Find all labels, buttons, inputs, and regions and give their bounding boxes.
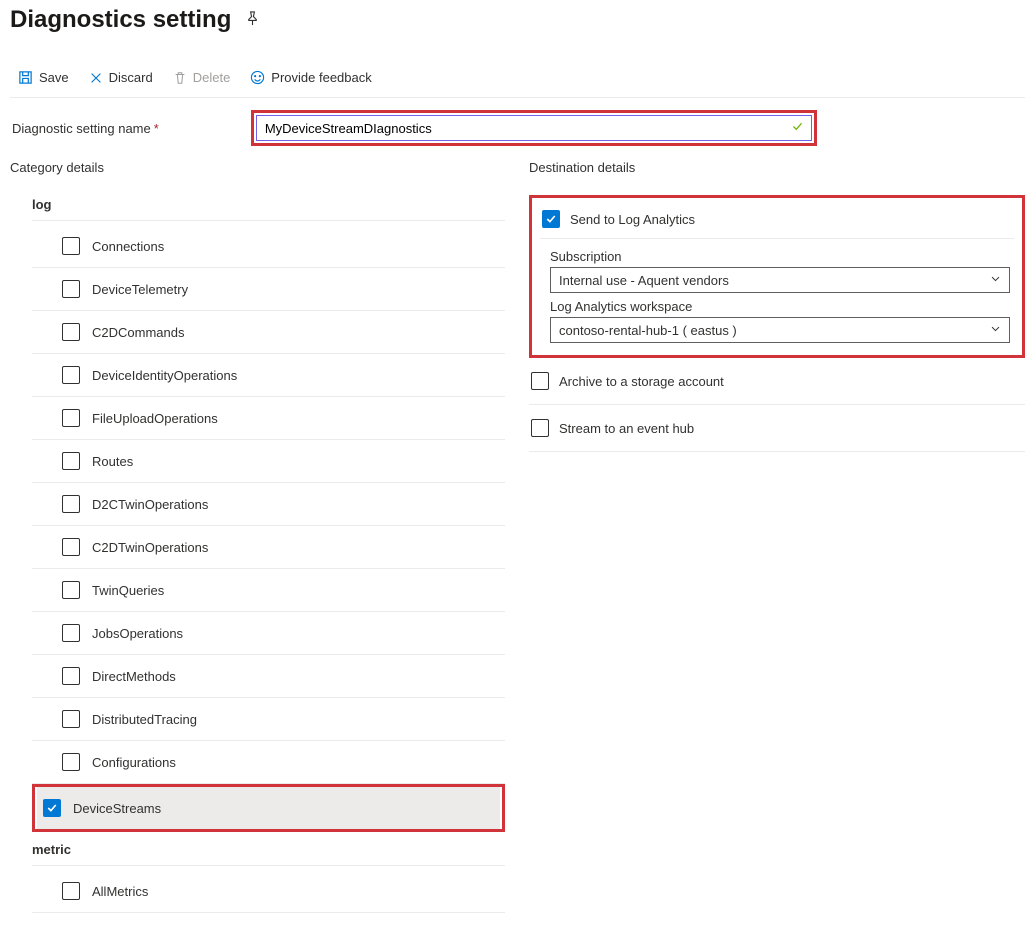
log-item-devicestreams[interactable]: DeviceStreams xyxy=(37,787,500,829)
checkbox[interactable] xyxy=(62,409,80,427)
checkbox[interactable] xyxy=(62,323,80,341)
checkbox[interactable] xyxy=(62,710,80,728)
setting-name-label: Diagnostic setting name* xyxy=(12,121,159,136)
storage-label: Archive to a storage account xyxy=(559,374,724,389)
checkbox-log-analytics[interactable] xyxy=(542,210,560,228)
workspace-select[interactable]: contoso-rental-hub-1 ( eastus ) xyxy=(550,317,1010,343)
workspace-value: contoso-rental-hub-1 ( eastus ) xyxy=(559,323,737,338)
checkbox-devicestreams[interactable] xyxy=(43,799,61,817)
checkbox-label: D2CTwinOperations xyxy=(92,497,208,512)
checkbox[interactable] xyxy=(62,581,80,599)
setting-name-input[interactable] xyxy=(256,115,812,141)
destination-details-heading: Destination details xyxy=(529,160,1025,175)
eventhub-label: Stream to an event hub xyxy=(559,421,694,436)
log-item[interactable]: FileUploadOperations xyxy=(32,397,505,440)
log-item[interactable]: Configurations xyxy=(32,741,505,784)
checkbox[interactable] xyxy=(62,237,80,255)
save-icon xyxy=(18,70,33,85)
checkbox-label: DirectMethods xyxy=(92,669,176,684)
checkbox-label: Connections xyxy=(92,239,164,254)
log-item[interactable]: DeviceTelemetry xyxy=(32,268,505,311)
log-item[interactable]: DistributedTracing xyxy=(32,698,505,741)
feedback-button[interactable]: Provide feedback xyxy=(246,68,375,87)
checkbox[interactable] xyxy=(62,667,80,685)
devicestreams-highlight: DeviceStreams xyxy=(32,784,505,832)
page-title: Diagnostics setting xyxy=(10,6,231,34)
checkbox[interactable] xyxy=(62,452,80,470)
toolbar: Save Discard Delete Provide feedback xyxy=(10,62,1025,98)
checkbox-label: TwinQueries xyxy=(92,583,164,598)
archive-storage-option[interactable]: Archive to a storage account xyxy=(529,358,1025,405)
log-group-title: log xyxy=(32,193,505,221)
chevron-down-icon xyxy=(990,323,1001,337)
log-item[interactable]: C2DTwinOperations xyxy=(32,526,505,569)
checkbox[interactable] xyxy=(62,280,80,298)
checkbox[interactable] xyxy=(62,366,80,384)
subscription-label: Subscription xyxy=(550,249,1010,264)
delete-button: Delete xyxy=(169,68,235,87)
checkbox[interactable] xyxy=(62,495,80,513)
setting-name-highlight xyxy=(251,110,817,146)
chevron-down-icon xyxy=(990,273,1001,287)
checkbox[interactable] xyxy=(62,882,80,900)
save-label: Save xyxy=(39,70,69,85)
metric-item[interactable]: AllMetrics xyxy=(32,870,505,913)
checkbox-label: C2DCommands xyxy=(92,325,184,340)
checkbox-label: AllMetrics xyxy=(92,884,148,899)
checkbox-storage[interactable] xyxy=(531,372,549,390)
checkbox-label: DeviceIdentityOperations xyxy=(92,368,237,383)
checkbox-label: FileUploadOperations xyxy=(92,411,218,426)
delete-label: Delete xyxy=(193,70,231,85)
log-analytics-label: Send to Log Analytics xyxy=(570,212,695,227)
checkbox-label: DistributedTracing xyxy=(92,712,197,727)
checkbox[interactable] xyxy=(62,624,80,642)
delete-icon xyxy=(173,71,187,85)
subscription-value: Internal use - Aquent vendors xyxy=(559,273,729,288)
discard-label: Discard xyxy=(109,70,153,85)
checkbox-label: Configurations xyxy=(92,755,176,770)
checkbox-label: Routes xyxy=(92,454,133,469)
log-item[interactable]: Connections xyxy=(32,225,505,268)
log-item[interactable]: TwinQueries xyxy=(32,569,505,612)
check-icon xyxy=(791,120,804,136)
category-details-heading: Category details xyxy=(10,160,505,175)
save-button[interactable]: Save xyxy=(14,68,73,87)
metric-group-title: metric xyxy=(32,838,505,866)
discard-button[interactable]: Discard xyxy=(85,68,157,87)
stream-eventhub-option[interactable]: Stream to an event hub xyxy=(529,405,1025,452)
checkbox-label: JobsOperations xyxy=(92,626,183,641)
workspace-label: Log Analytics workspace xyxy=(550,299,1010,314)
checkbox-eventhub[interactable] xyxy=(531,419,549,437)
feedback-icon xyxy=(250,70,265,85)
log-item[interactable]: JobsOperations xyxy=(32,612,505,655)
checkbox-label: DeviceStreams xyxy=(73,801,161,816)
checkbox-label: DeviceTelemetry xyxy=(92,282,188,297)
discard-icon xyxy=(89,71,103,85)
log-item[interactable]: DirectMethods xyxy=(32,655,505,698)
log-item[interactable]: D2CTwinOperations xyxy=(32,483,505,526)
log-item[interactable]: Routes xyxy=(32,440,505,483)
checkbox[interactable] xyxy=(62,538,80,556)
log-analytics-highlight: Send to Log Analytics Subscription Inter… xyxy=(529,195,1025,358)
log-item[interactable]: DeviceIdentityOperations xyxy=(32,354,505,397)
checkbox[interactable] xyxy=(62,753,80,771)
subscription-select[interactable]: Internal use - Aquent vendors xyxy=(550,267,1010,293)
pin-icon[interactable] xyxy=(245,11,260,30)
feedback-label: Provide feedback xyxy=(271,70,371,85)
log-item[interactable]: C2DCommands xyxy=(32,311,505,354)
checkbox-label: C2DTwinOperations xyxy=(92,540,208,555)
